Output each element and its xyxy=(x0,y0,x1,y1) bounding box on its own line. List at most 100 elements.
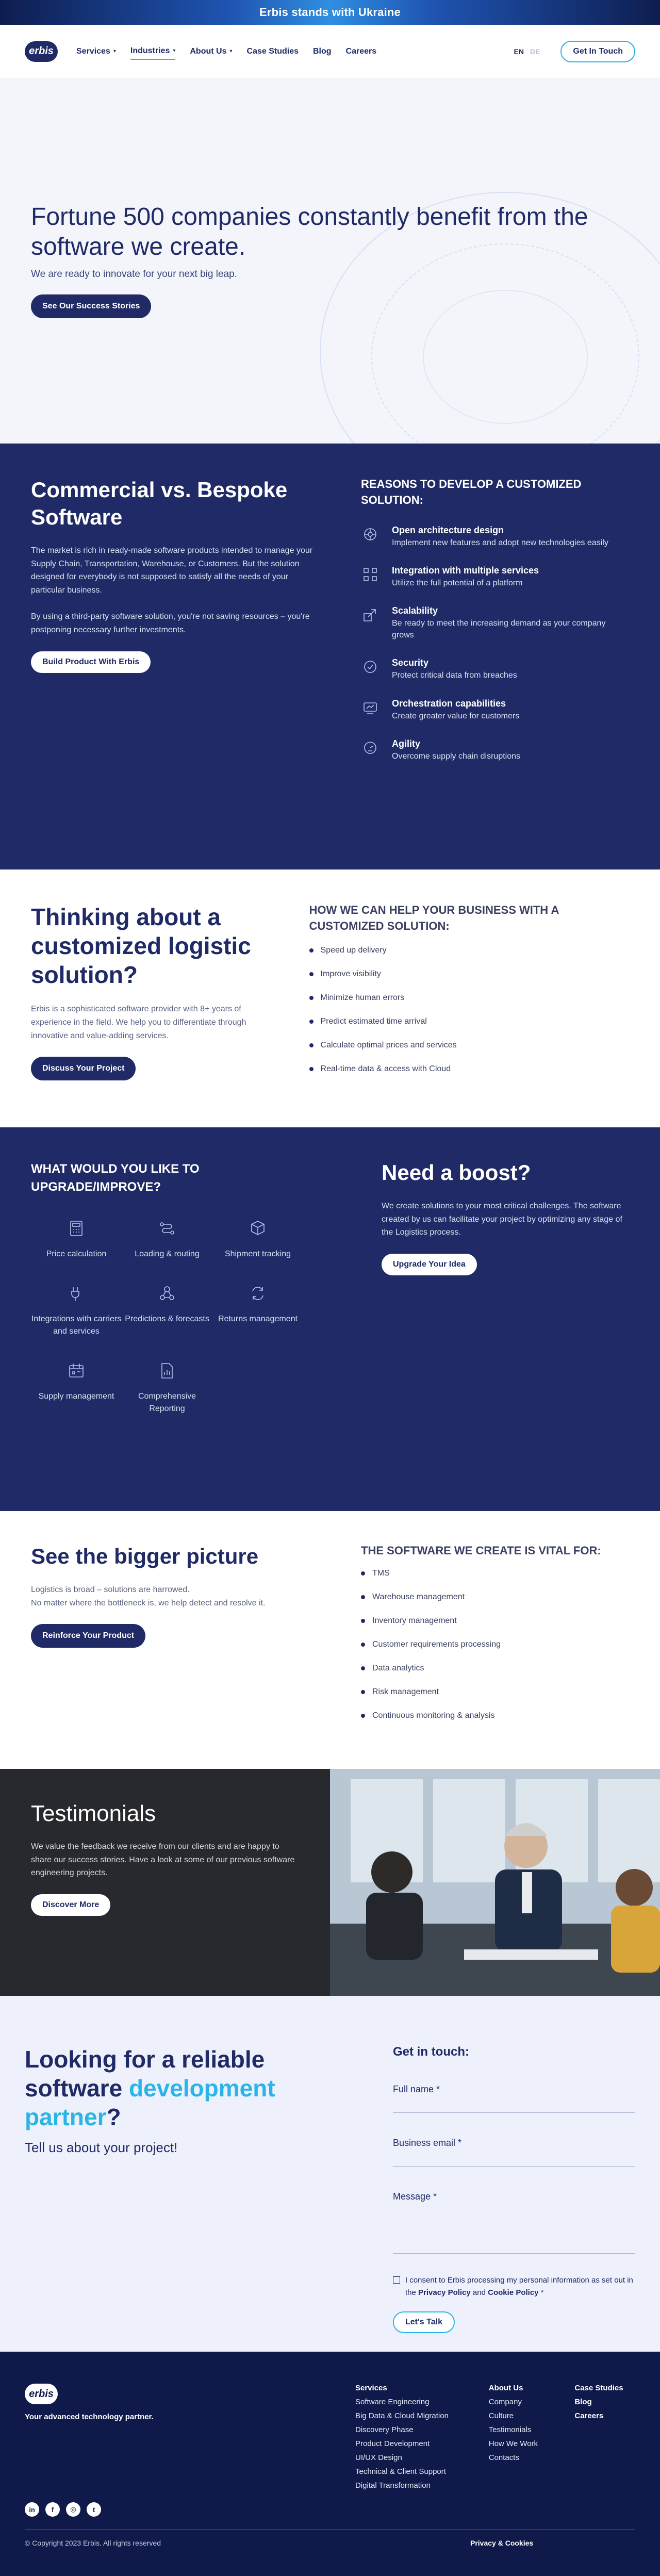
footer-link[interactable]: Culture xyxy=(489,2411,575,2420)
tile-shipment-tracking[interactable]: Shipment tracking xyxy=(212,1218,303,1260)
nav-careers[interactable]: Careers xyxy=(346,43,377,60)
message-field: Message * xyxy=(393,2191,635,2254)
contact-subtitle: Tell us about your project! xyxy=(25,2140,178,2156)
tile-loading-routing[interactable]: Loading & routing xyxy=(122,1218,212,1260)
footer-link[interactable]: Company xyxy=(489,2398,575,2406)
tile-label: Supply management xyxy=(38,1391,114,1401)
footer-link[interactable]: Product Development xyxy=(355,2439,489,2448)
reason-desc: Create greater value for customers xyxy=(392,711,520,720)
list-item: Customer requirements processing xyxy=(361,1640,601,1649)
copyright: © Copyright 2023 Erbis. All rights reser… xyxy=(25,2539,161,2547)
cvb-title: Commercial vs. Bespoke Software xyxy=(31,478,288,529)
tile-supply-management[interactable]: Supply management xyxy=(31,1360,122,1415)
plug-icon xyxy=(66,1283,87,1304)
tile-reporting[interactable]: Comprehensive Reporting xyxy=(122,1360,212,1415)
footer-link[interactable]: Software Engineering xyxy=(355,2398,489,2406)
get-in-touch-button[interactable]: Get In Touch xyxy=(560,40,635,62)
routing-icon xyxy=(157,1218,177,1239)
full-name-input[interactable] xyxy=(393,2095,635,2113)
discuss-project-button[interactable]: Discuss Your Project xyxy=(31,1057,136,1081)
nav-services[interactable]: Services ▾ xyxy=(76,43,116,60)
business-email-input[interactable] xyxy=(393,2148,635,2167)
reason-title: Scalability xyxy=(392,605,438,616)
reason-title: Agility xyxy=(392,738,421,749)
tile-integrations[interactable]: Integrations with carriers and services xyxy=(31,1283,122,1338)
footer-case-studies[interactable]: Case Studies xyxy=(574,2384,635,2392)
consent-text: I consent to Erbis processing my persona… xyxy=(405,2274,635,2299)
footer-link[interactable]: UI/UX Design xyxy=(355,2453,489,2462)
lang-en[interactable]: EN xyxy=(514,47,524,56)
footer-link[interactable]: Technical & Client Support xyxy=(355,2467,489,2476)
orchestration-icon xyxy=(361,698,380,717)
footer-services-title[interactable]: Services xyxy=(355,2384,489,2392)
nav-about-us[interactable]: About Us ▾ xyxy=(190,43,232,60)
privacy-cookies-link[interactable]: Privacy & Cookies xyxy=(470,2539,533,2547)
linkedin-icon[interactable]: in xyxy=(25,2502,39,2517)
lets-talk-button[interactable]: Let's Talk xyxy=(393,2311,455,2333)
consent-text-and: and xyxy=(470,2288,488,2297)
boost-text: We create solutions to your most critica… xyxy=(382,1202,622,1237)
reinforce-product-button[interactable]: Reinforce Your Product xyxy=(31,1624,146,1648)
twitter-icon[interactable]: t xyxy=(87,2502,101,2517)
footer-about: About Us Company Culture Testimonials Ho… xyxy=(489,2384,575,2495)
nav-blog[interactable]: Blog xyxy=(313,43,332,60)
list-item: Improve visibility xyxy=(309,970,629,979)
tile-label: Loading & routing xyxy=(135,1249,200,1258)
footer-careers[interactable]: Careers xyxy=(574,2411,635,2420)
contact-title-part-2: software xyxy=(25,2075,123,2102)
reason-title: Integration with multiple services xyxy=(392,565,539,576)
instagram-icon[interactable]: ◎ xyxy=(66,2502,80,2517)
forecast-icon xyxy=(157,1283,177,1304)
footer-blog[interactable]: Blog xyxy=(574,2398,635,2406)
nav-industries[interactable]: Industries ▾ xyxy=(130,43,176,60)
help-list: Speed up delivery Improve visibility Min… xyxy=(309,946,629,1074)
footer-link[interactable]: Contacts xyxy=(489,2453,575,2462)
erbis-logo[interactable]: erbis xyxy=(25,41,58,62)
footer-link[interactable]: Discovery Phase xyxy=(355,2425,489,2434)
list-item: TMS xyxy=(361,1569,601,1578)
cookie-policy-link[interactable]: Cookie Policy xyxy=(488,2288,538,2297)
box-icon xyxy=(248,1218,268,1239)
list-item: Continuous monitoring & analysis xyxy=(361,1711,601,1720)
footer-link[interactable]: Digital Transformation xyxy=(355,2481,489,2490)
list-item: Real-time data & access with Cloud xyxy=(309,1064,629,1074)
commercial-vs-bespoke-section: Commercial vs. Bespoke Software The mark… xyxy=(0,444,660,869)
footer-link[interactable]: How We Work xyxy=(489,2439,575,2448)
tile-price-calculation[interactable]: Price calculation xyxy=(31,1218,122,1260)
bigger-line-2: No matter where the bottleneck is, we he… xyxy=(31,1598,266,1607)
facebook-icon[interactable]: f xyxy=(45,2502,60,2517)
business-email-label: Business email * xyxy=(393,2138,462,2148)
report-icon xyxy=(157,1360,177,1381)
think-title: Thinking about a customized logistic sol… xyxy=(31,904,251,989)
tile-label: Predictions & forecasts xyxy=(125,1314,209,1323)
footer-link[interactable]: Testimonials xyxy=(489,2425,575,2434)
upgrade-idea-button[interactable]: Upgrade Your Idea xyxy=(382,1253,477,1275)
help-title: HOW WE CAN HELP YOUR BUSINESS WITH A CUS… xyxy=(309,904,559,932)
business-email-field: Business email * xyxy=(393,2138,635,2167)
nav-case-studies[interactable]: Case Studies xyxy=(247,43,299,60)
reason-item: Agility Overcome supply chain disruptions xyxy=(361,739,629,762)
consent-checkbox[interactable] xyxy=(393,2276,400,2284)
message-label: Message * xyxy=(393,2191,437,2202)
reason-item: Scalability Be ready to meet the increasi… xyxy=(361,605,629,641)
ukraine-banner[interactable]: Erbis stands with Ukraine xyxy=(0,0,660,25)
footer-link[interactable]: Big Data & Cloud Migration xyxy=(355,2411,489,2420)
social-links: in f ◎ t xyxy=(25,2502,101,2517)
form-title: Get in touch: xyxy=(393,2045,469,2059)
business-meeting-photo xyxy=(330,1769,660,1996)
message-input[interactable] xyxy=(393,2202,635,2254)
success-stories-button[interactable]: See Our Success Stories xyxy=(31,294,152,319)
supply-icon xyxy=(66,1360,87,1381)
reason-item: Open architecture design Implement new fe… xyxy=(361,525,629,549)
tile-predictions[interactable]: Predictions & forecasts xyxy=(122,1283,212,1338)
discover-more-button[interactable]: Discover More xyxy=(31,1894,111,1916)
contact-title: Looking for a reliable software developme… xyxy=(25,2045,352,2131)
lang-de[interactable]: DE xyxy=(530,47,540,56)
tile-returns[interactable]: Returns management xyxy=(212,1283,303,1338)
hero-subtitle: We are ready to innovate for your next b… xyxy=(31,269,237,280)
privacy-policy-link[interactable]: Privacy Policy xyxy=(418,2288,471,2297)
footer-logo[interactable]: erbis xyxy=(25,2384,58,2404)
build-product-button[interactable]: Build Product With Erbis xyxy=(31,651,151,673)
list-item: Calculate optimal prices and services xyxy=(309,1041,629,1050)
footer-about-title[interactable]: About Us xyxy=(489,2384,575,2392)
